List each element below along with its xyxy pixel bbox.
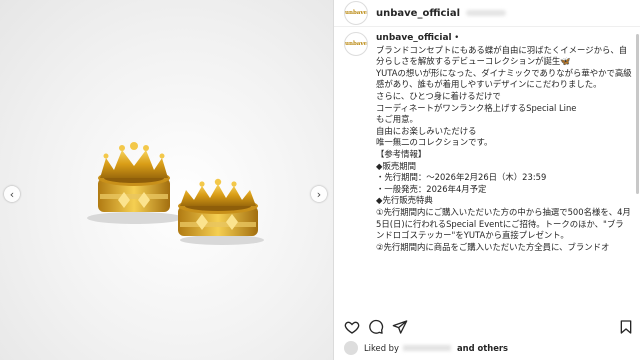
avatar[interactable]: unbave	[344, 1, 368, 25]
caption-text: unbave_official • ブランドコンセプトにもある蝶が自由に羽ばたく…	[376, 32, 632, 253]
likes-summary: Liked by and others	[344, 341, 508, 355]
caption-area: unbave unbave_official • ブランドコンセプトにもある蝶が…	[344, 32, 634, 318]
chevron-right-icon: ›	[316, 187, 322, 201]
caption-line: YUTAの想いが形になった、ダイナミックでありながら華やかで高級感があり、誰もが…	[376, 67, 632, 90]
crown-rings-image	[87, 142, 264, 245]
blurred-text	[466, 10, 506, 16]
caption-line: 【参考情報】	[376, 148, 427, 159]
header-username[interactable]: unbave_official	[376, 8, 460, 19]
carousel-next-button[interactable]: ›	[311, 186, 327, 202]
caption-avatar[interactable]: unbave	[344, 32, 368, 56]
share-icon[interactable]	[392, 319, 408, 335]
caption-line: ②先行期間内に商品をご購入いただいた方全員に、ブランドオ	[376, 241, 610, 252]
caption-username[interactable]: unbave_official	[376, 33, 452, 43]
caption-line: ブランドコンセプトにもある蝶が自由に羽ばたくイメージから、自分らしさを解放するデ…	[376, 44, 628, 67]
scrollbar[interactable]	[636, 34, 639, 194]
bookmark-icon[interactable]	[618, 319, 634, 335]
caption-line: ◆販売期間	[376, 160, 416, 171]
chevron-left-icon: ‹	[9, 187, 15, 201]
caption-line: ①先行期間内にご購入いただいた方の中から抽選で500名様を、4月5日(日)に行わ…	[376, 206, 631, 241]
heart-icon[interactable]	[344, 319, 360, 335]
post-side-panel: unbave unbave_official unbave unbave_off…	[333, 0, 640, 360]
caption-line: もご用意。	[376, 114, 418, 125]
blurred-liker-name[interactable]	[402, 345, 451, 351]
action-bar	[344, 318, 634, 336]
carousel-prev-button[interactable]: ‹	[4, 186, 20, 202]
caption-line: ◆先行販売特典	[376, 195, 433, 206]
likes-others[interactable]: and others	[457, 343, 508, 353]
small-crown-ring	[178, 178, 258, 236]
post-header: unbave unbave_official	[334, 0, 640, 27]
liker-avatar[interactable]	[344, 341, 358, 355]
caption-line: 自由にお楽しみいただける	[376, 125, 477, 136]
likes-prefix: Liked by	[364, 343, 399, 353]
comment-icon[interactable]	[368, 319, 384, 335]
caption-line: ・一般発売：2026年4月予定	[376, 183, 487, 194]
post-photo[interactable]: ‹ ›	[0, 0, 333, 360]
caption-line: コーディネートがワンランク格上げするSpecial Line	[376, 102, 577, 113]
caption-line: さらに、ひとつ身に着けるだけで	[376, 90, 501, 101]
caption-line: ・先行期間：～2026年2月26日（木）23:59	[376, 172, 547, 183]
caption-line: 唯一無二のコレクションです。	[376, 137, 493, 148]
verified-mark: •	[454, 32, 460, 42]
large-crown-ring	[98, 142, 170, 212]
